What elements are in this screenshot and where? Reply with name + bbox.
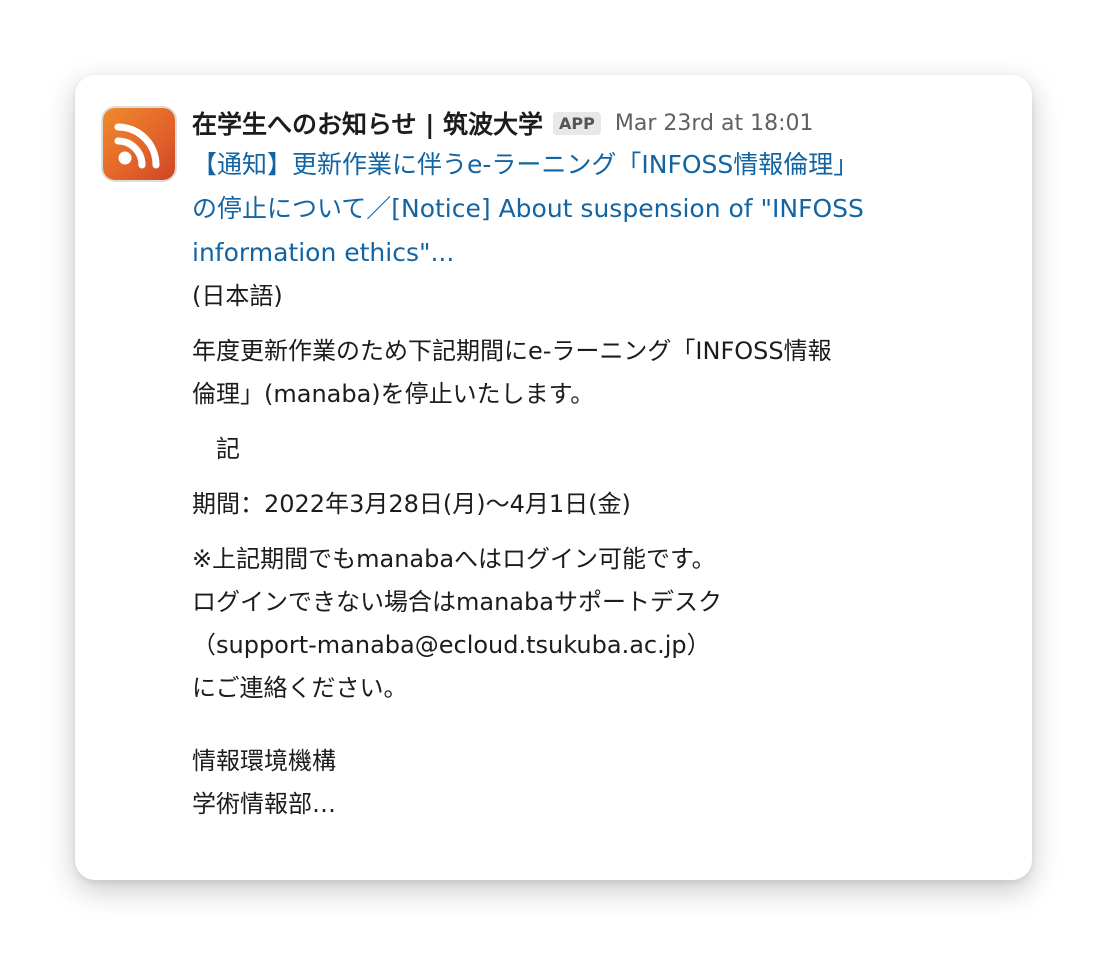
message-header: 在学生へのお知らせ | 筑波大学 APP Mar 23rd at 18:01 <box>192 103 1012 143</box>
message-card: 在学生へのお知らせ | 筑波大学 APP Mar 23rd at 18:01 【… <box>75 75 1032 880</box>
timestamp[interactable]: Mar 23rd at 18:01 <box>615 111 814 136</box>
title-line: 【通知】更新作業に伴うe-ラーニング「INFOSS情報倫理」 <box>192 150 859 179</box>
signature-line: 情報環境機構 <box>192 747 336 775</box>
body-text: ログインできない場合はmanabaサポートデスク <box>192 588 722 616</box>
body-text: にご連絡ください。 <box>192 674 408 702</box>
period-text: 期間：2022年3月28日(月)～4月1日(金) <box>192 490 631 518</box>
title-line: の停止について／[Notice] About suspension of "IN… <box>192 194 864 223</box>
ki-heading: 記 <box>192 435 240 463</box>
body-text: ※上記期間でもmanabaへはログイン可能です。 <box>192 545 716 573</box>
title-line: information ethics"... <box>192 238 455 267</box>
notice-title-link[interactable]: 【通知】更新作業に伴うe-ラーニング「INFOSS情報倫理」 の停止について／[… <box>192 143 1012 275</box>
language-label: (日本語) <box>192 282 283 310</box>
app-badge: APP <box>553 111 601 135</box>
message-content: 在学生へのお知らせ | 筑波大学 APP Mar 23rd at 18:01 【… <box>192 103 1012 826</box>
body-text: 年度更新作業のため下記期間にe-ラーニング「INFOSS情報 <box>192 337 832 365</box>
rss-feed-icon[interactable] <box>103 108 175 180</box>
signature-line: 学術情報部… <box>192 790 336 818</box>
sender-name[interactable]: 在学生へのお知らせ | 筑波大学 <box>192 105 543 141</box>
support-email: （support-manaba@ecloud.tsukuba.ac.jp） <box>192 631 711 659</box>
body-text: 倫理」(manaba)を停止いたします。 <box>192 380 595 408</box>
